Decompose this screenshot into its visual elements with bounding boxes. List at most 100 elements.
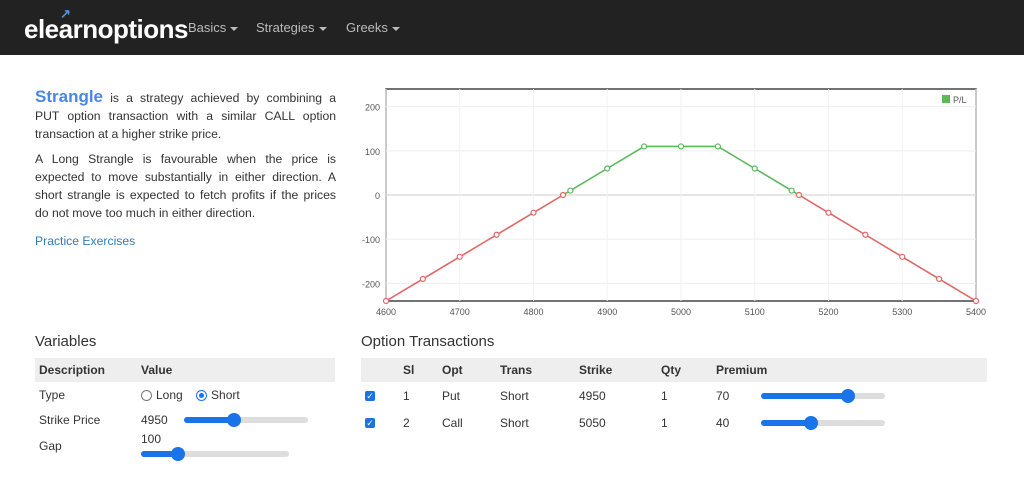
data-point — [795, 191, 803, 199]
nav-basics[interactable]: Basics — [188, 20, 239, 35]
x-tick-label: 5200 — [818, 307, 838, 317]
data-point — [382, 297, 390, 305]
data-point — [972, 297, 980, 305]
practice-exercises-link[interactable]: Practice Exercises — [35, 234, 135, 248]
long-radio[interactable]: Long — [141, 388, 183, 402]
row-qty: 1 — [661, 415, 668, 430]
data-point — [530, 209, 537, 216]
variables-title: Variables — [35, 333, 97, 350]
strike-label: Strike Price — [39, 412, 101, 427]
radio-off-icon — [141, 389, 152, 401]
data-point — [493, 231, 500, 238]
row-strike: 4950 — [579, 388, 606, 403]
data-point — [641, 143, 648, 150]
data-point — [788, 187, 795, 194]
intro-text: Strangle is a strategy achieved by combi… — [35, 88, 336, 257]
x-tick-label: 5100 — [745, 307, 765, 317]
row-trans: Short — [500, 388, 529, 403]
strike-value: 4950 — [141, 412, 168, 427]
data-point — [677, 143, 685, 150]
short-radio[interactable]: Short — [196, 388, 240, 402]
caret-down-icon — [318, 26, 327, 31]
data-point — [899, 253, 906, 260]
row-opt: Put — [442, 388, 461, 403]
data-point — [604, 165, 611, 172]
col-premium: Premium — [716, 358, 987, 382]
nav-greeks-label: Greeks — [346, 20, 388, 35]
table-header-row: Description Value — [35, 358, 335, 382]
row-qty: 1 — [661, 388, 668, 403]
x-tick-label: 5000 — [671, 307, 691, 317]
nav-strategies-label: Strategies — [256, 20, 315, 35]
nav-strategies[interactable]: Strategies — [256, 20, 327, 35]
y-tick-label: 200 — [365, 103, 380, 113]
row-checkbox[interactable]: ✓ — [365, 418, 375, 429]
col-qty: Qty — [661, 358, 716, 382]
data-point — [559, 191, 567, 199]
row-sl: 1 — [403, 388, 410, 403]
row-opt: Call — [442, 415, 463, 430]
caret-down-icon — [230, 26, 239, 31]
col-select — [361, 358, 403, 382]
col-trans: Trans — [500, 358, 579, 382]
table-row: ✓ 2 Call Short 5050 1 40 — [361, 409, 987, 436]
nav-basics-label: Basics — [188, 20, 227, 35]
x-tick-label: 4900 — [597, 307, 617, 317]
x-tick-label: 4800 — [523, 307, 543, 317]
table-header-row: Sl Opt Trans Strike Qty Premium — [361, 358, 987, 382]
nav-greeks[interactable]: Greeks — [346, 20, 400, 35]
intro-paragraph-2: A Long Strangle is favourable when the p… — [35, 152, 336, 220]
gap-slider[interactable] — [141, 446, 289, 461]
x-tick-label: 4700 — [450, 307, 470, 317]
y-tick-label: 100 — [365, 147, 380, 157]
type-label: Type — [39, 387, 66, 402]
col-sl: Sl — [403, 358, 442, 382]
row-checkbox[interactable]: ✓ — [365, 391, 375, 402]
premium-slider-thumb[interactable] — [841, 389, 856, 404]
col-strike: Strike — [579, 358, 661, 382]
trend-arrow-icon: ↗ — [60, 6, 71, 21]
premium-slider[interactable] — [761, 389, 886, 404]
data-point — [825, 209, 832, 216]
x-tick-label: 5400 — [966, 307, 986, 317]
strike-row: Strike Price 4950 — [35, 407, 335, 432]
x-tick-label: 4600 — [376, 307, 396, 317]
row-premium: 70 — [716, 388, 730, 403]
premium-slider-thumb[interactable] — [803, 416, 818, 431]
strike-slider[interactable] — [184, 413, 309, 428]
data-point — [751, 165, 758, 172]
premium-slider[interactable] — [761, 416, 886, 431]
type-row: Type Long Short — [35, 382, 335, 407]
col-value: Value — [137, 358, 335, 382]
legend-swatch — [942, 95, 950, 103]
gap-slider-thumb[interactable] — [171, 446, 185, 461]
caret-down-icon — [391, 26, 400, 31]
data-point — [567, 187, 574, 194]
data-point — [419, 275, 426, 283]
gap-value: 100 — [141, 432, 162, 446]
gap-label: Gap — [39, 439, 62, 453]
row-sl: 2 — [403, 415, 410, 430]
long-label: Long — [156, 387, 183, 402]
row-strike: 5050 — [579, 415, 606, 430]
short-label: Short — [211, 387, 240, 402]
data-point — [714, 143, 721, 150]
row-premium: 40 — [716, 415, 730, 430]
brand-logo[interactable]: ↗ elearnoptions — [24, 6, 188, 45]
strike-slider-thumb[interactable] — [226, 413, 241, 428]
y-tick-label: -200 — [362, 279, 380, 289]
brand-name: elearnoptions — [24, 14, 188, 44]
gap-row: Gap 100 — [35, 432, 335, 461]
row-trans: Short — [500, 415, 529, 430]
legend-label: P/L — [953, 95, 967, 105]
y-tick-label: -100 — [362, 235, 380, 245]
payoff-chart: 200 100 0 -100 -200 4600 4700 4800 4900 5000 5100 5… — [362, 88, 986, 317]
data-point — [456, 253, 463, 260]
table-row: ✓ 1 Put Short 4950 1 70 — [361, 382, 987, 409]
data-point — [936, 275, 943, 283]
navbar: ↗ elearnoptions Basics Strategies Greeks — [0, 0, 1024, 55]
strategy-term: Strangle — [35, 87, 104, 106]
x-tick-label: 5300 — [892, 307, 912, 317]
variables-table: Description Value Type Long Short Strike… — [35, 358, 335, 461]
option-transactions-title: Option Transactions — [361, 333, 495, 350]
